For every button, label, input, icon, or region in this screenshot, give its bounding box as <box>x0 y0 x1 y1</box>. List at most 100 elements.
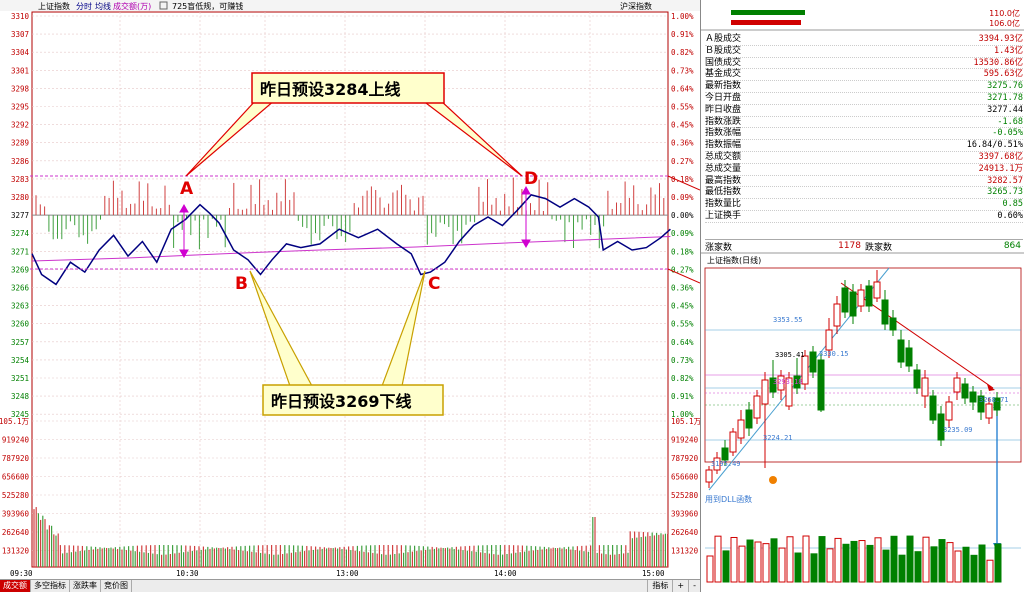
pct-tick: 0.73% <box>671 66 694 75</box>
stat-value: -1.68 <box>997 116 1023 127</box>
candle-body <box>889 317 897 331</box>
tab-auction[interactable]: 竞价图 <box>101 580 132 592</box>
indicator-label: 用到DLL函数 <box>705 494 752 504</box>
tab-bull-bear[interactable]: 多空指标 <box>31 580 70 592</box>
point-a-label: A <box>180 179 194 199</box>
tab-rise-fall[interactable]: 涨跌率 <box>70 580 101 592</box>
stat-value: 13530.86亿 <box>973 57 1023 68</box>
stat-label: 最高指数 <box>705 175 742 186</box>
stat-row: 指数涨幅 -0.05% <box>705 128 1023 141</box>
kline-volume-bar <box>754 541 762 583</box>
candle-body <box>833 303 841 327</box>
vol-tick-left: 262640 <box>2 528 30 537</box>
kline-volume-bar <box>786 536 794 583</box>
kline-volume-bar <box>770 538 778 583</box>
zoom-out-button[interactable]: - <box>688 580 700 592</box>
stat-value: 0.85 <box>1002 199 1023 210</box>
pct-tick: 0.55% <box>671 320 694 329</box>
pct-tick: 0.09% <box>671 229 694 238</box>
point-b-label: B <box>235 274 248 294</box>
price-tick: 3283 <box>11 175 29 184</box>
kline-volume-bar <box>930 546 938 583</box>
candle-body <box>753 395 761 419</box>
legend-volume: 成交额(万) <box>113 1 151 11</box>
kline-volume-bar <box>978 544 986 583</box>
price-tick: 3292 <box>11 121 29 130</box>
candle-body <box>745 409 753 429</box>
stat-row: 基金成交 595.63亿 <box>705 69 1023 82</box>
indicator-button[interactable]: 指标 <box>647 580 672 592</box>
candle-body <box>865 285 873 307</box>
stat-row: 指数振幅 16.84/0.51% <box>705 140 1023 152</box>
stat-value: 3275.76 <box>987 81 1023 92</box>
intraday-chart[interactable]: 上证指数 分时 均线 成交额(万) 725盲低规，可赚钱 沪深指数 331033… <box>0 0 700 580</box>
stat-label: 基金成交 <box>705 69 742 80</box>
pct-tick: 0.36% <box>671 284 694 293</box>
kline-volume-bar <box>730 536 738 583</box>
price-tick: 3274 <box>11 229 30 238</box>
price-tick: 3251 <box>11 374 29 383</box>
breadth-bars <box>35 177 665 250</box>
pct-tick: 0.64% <box>671 84 694 93</box>
vol-tick-right: 525280 <box>671 491 699 500</box>
pct-tick: 0.55% <box>671 103 694 112</box>
price-tick: 3280 <box>11 193 30 202</box>
kline-volume-bar <box>842 543 850 583</box>
candle-body <box>825 329 833 351</box>
price-tick: 3286 <box>11 157 30 166</box>
stat-label: Ｂ股成交 <box>705 45 742 56</box>
kline-volume-bar <box>906 535 914 583</box>
price-line <box>31 194 671 286</box>
kline-price-label: 3293.18 <box>773 378 803 386</box>
tab-intraday[interactable]: 分时 <box>76 1 92 11</box>
kline-title: 上证指数(日线) <box>707 256 762 265</box>
candle-body <box>737 419 745 439</box>
buy-strength-bar <box>731 10 805 15</box>
time-tick: 15:00 <box>642 569 665 578</box>
warning-marker-icon <box>769 476 777 484</box>
top-value-1: 110.0亿 <box>989 8 1020 18</box>
kline-volume-bar <box>962 546 970 583</box>
stat-value: 3271.78 <box>987 92 1023 103</box>
stat-row: 总成交量 24913.1万 <box>705 164 1023 176</box>
daily-kline-chart[interactable]: 3353.55 3330.15 3305.41 3293.18 3224.21 3195.… <box>704 267 1022 583</box>
price-tick: 3248 <box>11 392 30 401</box>
index-name: 上证指数 <box>38 1 70 11</box>
stat-row: Ｂ股成交 1.43亿 <box>705 46 1023 58</box>
kline-price-label: 3353.55 <box>773 316 803 324</box>
candle-body <box>857 289 865 307</box>
stat-value: 595.63亿 <box>983 69 1023 80</box>
stat-value: 3397.68亿 <box>978 151 1023 162</box>
price-tick: 3254 <box>11 356 30 365</box>
kline-volume-bar <box>714 535 722 583</box>
pct-tick: 0.73% <box>671 356 694 365</box>
trend-arrow-icon <box>987 384 995 391</box>
pct-tick: 1.00% <box>671 12 694 21</box>
pct-tick: 0.91% <box>671 392 694 401</box>
candle-body <box>817 359 825 411</box>
vol-tick-right: 105.1万 <box>671 417 700 426</box>
vol-tick-left: 919240 <box>2 436 30 445</box>
kline-volume-bar <box>722 550 730 583</box>
stat-label: 总成交额 <box>705 151 742 162</box>
kline-price-label: 3305.41 <box>775 351 805 359</box>
kline-volume-bar <box>850 540 858 583</box>
pct-tick: 0.36% <box>671 139 694 148</box>
kline-volume-bar <box>810 553 818 583</box>
vol-tick-right: 919240 <box>671 436 699 445</box>
price-tick: 3257 <box>11 338 29 347</box>
candle-body <box>905 347 913 367</box>
price-tick: 3307 <box>11 30 29 39</box>
zoom-in-button[interactable]: + <box>672 580 688 592</box>
volume-bars <box>33 507 669 567</box>
side-panel: 110.0亿 106.0亿 3353.55 3330.15 3305.41 3293.… <box>700 0 1024 592</box>
stat-value: -0.05% <box>992 128 1023 139</box>
kline-volume-bar <box>866 544 874 583</box>
stat-label: 国债成交 <box>705 57 742 68</box>
candle-body <box>961 383 969 399</box>
stat-value: 3265.73 <box>987 187 1023 198</box>
kline-volume-bar <box>882 549 890 583</box>
price-tick: 3263 <box>11 302 29 311</box>
candle-body <box>953 377 961 393</box>
tab-turnover[interactable]: 成交额 <box>0 580 31 592</box>
